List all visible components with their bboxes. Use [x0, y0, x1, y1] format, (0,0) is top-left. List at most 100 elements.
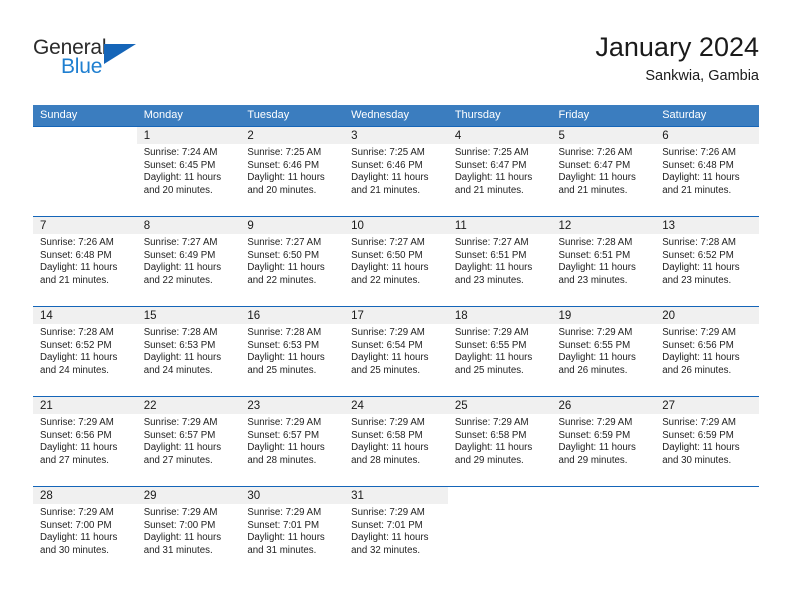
- day-sun-info: Sunrise: 7:29 AM Sunset: 6:55 PM Dayligh…: [558, 327, 636, 376]
- general-blue-logo[interactable]: General Blue: [33, 36, 233, 86]
- day-number: 2: [240, 127, 345, 144]
- day-sun-info: Sunrise: 7:27 AM Sunset: 6:51 PM Dayligh…: [454, 237, 533, 286]
- logo-text-blue: Blue: [61, 55, 103, 78]
- day-sun-info: Sunrise: 7:26 AM Sunset: 6:47 PM Dayligh…: [558, 147, 636, 196]
- weekday-header-wednesday: Wednesday: [344, 105, 448, 126]
- calendar-day-cell[interactable]: 16 Sunrise: 7:28 AM Sunset: 6:53 PM Dayli…: [240, 306, 345, 396]
- day-number: [655, 487, 759, 504]
- day-sun-info: Sunrise: 7:29 AM Sunset: 6:56 PM Dayligh…: [40, 417, 118, 466]
- day-number: 19: [551, 307, 656, 324]
- calendar-day-cell[interactable]: 11 Sunrise: 7:27 AM Sunset: 6:51 PM Dayli…: [447, 216, 552, 306]
- calendar-day-cell[interactable]: 27 Sunrise: 7:29 AM Sunset: 6:59 PM Dayli…: [655, 396, 759, 486]
- title-block: January 2024 Sankwia, Gambia: [595, 30, 759, 86]
- page-title: January 2024: [595, 32, 759, 62]
- calendar-day-cell[interactable]: 31 Sunrise: 7:29 AM Sunset: 7:01 PM Dayli…: [344, 486, 448, 576]
- calendar-day-cell[interactable]: 4 Sunrise: 7:25 AM Sunset: 6:47 PM Daylig…: [447, 126, 552, 216]
- weekday-header-row: Sunday Monday Tuesday Wednesday Thursday…: [33, 105, 759, 126]
- weekday-header-thursday: Thursday: [447, 105, 552, 126]
- day-sun-info: Sunrise: 7:24 AM Sunset: 6:45 PM Dayligh…: [143, 147, 222, 196]
- calendar-week-row: 14 Sunrise: 7:28 AM Sunset: 6:52 PM Dayli…: [33, 306, 759, 396]
- day-number: 14: [33, 307, 137, 324]
- calendar-day-cell[interactable]: [447, 486, 552, 576]
- day-sun-info: Sunrise: 7:29 AM Sunset: 6:58 PM Dayligh…: [351, 417, 429, 466]
- day-sun-info: Sunrise: 7:28 AM Sunset: 6:53 PM Dayligh…: [143, 327, 222, 376]
- day-sun-info: Sunrise: 7:28 AM Sunset: 6:52 PM Dayligh…: [662, 237, 740, 286]
- day-number: 30: [240, 487, 345, 504]
- day-number: 8: [136, 217, 241, 234]
- weekday-header-sunday: Sunday: [33, 105, 137, 126]
- day-number: 1: [136, 127, 241, 144]
- calendar-day-cell[interactable]: 13 Sunrise: 7:28 AM Sunset: 6:52 PM Dayli…: [655, 216, 759, 306]
- day-number: [552, 487, 656, 504]
- day-number: 18: [447, 307, 552, 324]
- day-sun-info: [455, 504, 545, 507]
- weekday-header-monday: Monday: [136, 105, 241, 126]
- day-number: 28: [33, 487, 137, 504]
- calendar-day-cell[interactable]: 14 Sunrise: 7:28 AM Sunset: 6:52 PM Dayli…: [33, 306, 137, 396]
- day-sun-info: Sunrise: 7:29 AM Sunset: 6:57 PM Dayligh…: [143, 417, 222, 466]
- day-sun-info: Sunrise: 7:25 AM Sunset: 6:46 PM Dayligh…: [351, 147, 429, 196]
- day-sun-info: Sunrise: 7:29 AM Sunset: 6:56 PM Dayligh…: [662, 327, 740, 376]
- calendar-day-cell[interactable]: 8 Sunrise: 7:27 AM Sunset: 6:49 PM Daylig…: [136, 216, 241, 306]
- calendar-day-cell[interactable]: 24 Sunrise: 7:29 AM Sunset: 6:58 PM Dayli…: [344, 396, 448, 486]
- day-sun-info: Sunrise: 7:27 AM Sunset: 6:50 PM Dayligh…: [247, 237, 325, 286]
- calendar-day-cell[interactable]: 25 Sunrise: 7:29 AM Sunset: 6:58 PM Dayli…: [447, 396, 552, 486]
- day-number: 10: [344, 217, 448, 234]
- calendar-page: General Blue January 2024 Sankwia, Gambi…: [0, 0, 792, 612]
- calendar-day-cell[interactable]: 21 Sunrise: 7:29 AM Sunset: 6:56 PM Dayli…: [33, 396, 137, 486]
- day-number: [448, 487, 552, 504]
- page-header: General Blue January 2024 Sankwia, Gambi…: [0, 0, 792, 104]
- calendar-day-cell[interactable]: 17 Sunrise: 7:29 AM Sunset: 6:54 PM Dayli…: [344, 306, 448, 396]
- calendar-day-cell[interactable]: 23 Sunrise: 7:29 AM Sunset: 6:57 PM Dayli…: [240, 396, 345, 486]
- calendar-day-cell[interactable]: 9 Sunrise: 7:27 AM Sunset: 6:50 PM Daylig…: [240, 216, 345, 306]
- day-number: [33, 127, 137, 144]
- day-sun-info: Sunrise: 7:28 AM Sunset: 6:53 PM Dayligh…: [247, 327, 325, 376]
- calendar-day-cell[interactable]: 7 Sunrise: 7:26 AM Sunset: 6:48 PM Daylig…: [33, 216, 137, 306]
- day-sun-info: Sunrise: 7:29 AM Sunset: 7:00 PM Dayligh…: [40, 507, 118, 556]
- weekday-header-saturday: Saturday: [655, 105, 759, 126]
- calendar-day-cell[interactable]: 6 Sunrise: 7:26 AM Sunset: 6:48 PM Daylig…: [655, 126, 759, 216]
- day-sun-info: Sunrise: 7:29 AM Sunset: 6:54 PM Dayligh…: [351, 327, 429, 376]
- day-number: 23: [240, 397, 345, 414]
- day-number: 31: [344, 487, 448, 504]
- day-number: 5: [551, 127, 656, 144]
- calendar-table: Sunday Monday Tuesday Wednesday Thursday…: [33, 105, 759, 576]
- calendar-day-cell[interactable]: 12 Sunrise: 7:28 AM Sunset: 6:51 PM Dayli…: [551, 216, 656, 306]
- day-number: 11: [447, 217, 552, 234]
- calendar-day-cell[interactable]: 29 Sunrise: 7:29 AM Sunset: 7:00 PM Dayli…: [136, 486, 241, 576]
- calendar-day-cell[interactable]: 20 Sunrise: 7:29 AM Sunset: 6:56 PM Dayli…: [655, 306, 759, 396]
- calendar-day-cell[interactable]: [551, 486, 656, 576]
- calendar-day-cell[interactable]: 18 Sunrise: 7:29 AM Sunset: 6:55 PM Dayli…: [447, 306, 552, 396]
- day-number: 3: [344, 127, 448, 144]
- calendar-day-cell[interactable]: 2 Sunrise: 7:25 AM Sunset: 6:46 PM Daylig…: [240, 126, 345, 216]
- day-sun-info: Sunrise: 7:29 AM Sunset: 6:59 PM Dayligh…: [558, 417, 636, 466]
- day-sun-info: Sunrise: 7:27 AM Sunset: 6:49 PM Dayligh…: [143, 237, 222, 286]
- weekday-header-friday: Friday: [551, 105, 656, 126]
- calendar-day-cell[interactable]: 30 Sunrise: 7:29 AM Sunset: 7:01 PM Dayli…: [240, 486, 345, 576]
- calendar-day-cell[interactable]: 19 Sunrise: 7:29 AM Sunset: 6:55 PM Dayli…: [551, 306, 656, 396]
- calendar-day-cell[interactable]: 26 Sunrise: 7:29 AM Sunset: 6:59 PM Dayli…: [551, 396, 656, 486]
- day-sun-info: Sunrise: 7:29 AM Sunset: 6:58 PM Dayligh…: [454, 417, 533, 466]
- day-sun-info: [559, 504, 649, 507]
- day-number: 29: [136, 487, 241, 504]
- calendar-day-cell[interactable]: 15 Sunrise: 7:28 AM Sunset: 6:53 PM Dayli…: [136, 306, 241, 396]
- calendar-day-cell[interactable]: [655, 486, 759, 576]
- day-sun-info: Sunrise: 7:29 AM Sunset: 6:59 PM Dayligh…: [662, 417, 740, 466]
- calendar-week-row: 7 Sunrise: 7:26 AM Sunset: 6:48 PM Daylig…: [33, 216, 759, 306]
- calendar-day-cell[interactable]: 28 Sunrise: 7:29 AM Sunset: 7:00 PM Dayli…: [33, 486, 137, 576]
- day-number: 4: [447, 127, 552, 144]
- calendar-day-cell[interactable]: 22 Sunrise: 7:29 AM Sunset: 6:57 PM Dayli…: [136, 396, 241, 486]
- day-sun-info: Sunrise: 7:29 AM Sunset: 6:55 PM Dayligh…: [454, 327, 533, 376]
- calendar-day-cell[interactable]: 1 Sunrise: 7:24 AM Sunset: 6:45 PM Daylig…: [136, 126, 241, 216]
- calendar-week-row: 21 Sunrise: 7:29 AM Sunset: 6:56 PM Dayli…: [33, 396, 759, 486]
- day-sun-info: Sunrise: 7:29 AM Sunset: 6:57 PM Dayligh…: [247, 417, 325, 466]
- calendar-day-cell[interactable]: 10 Sunrise: 7:27 AM Sunset: 6:50 PM Dayli…: [344, 216, 448, 306]
- day-sun-info: Sunrise: 7:29 AM Sunset: 7:01 PM Dayligh…: [247, 507, 325, 556]
- calendar-day-cell[interactable]: [33, 126, 137, 216]
- day-sun-info: Sunrise: 7:28 AM Sunset: 6:52 PM Dayligh…: [40, 327, 118, 376]
- day-number: 16: [240, 307, 345, 324]
- calendar-day-cell[interactable]: 3 Sunrise: 7:25 AM Sunset: 6:46 PM Daylig…: [344, 126, 448, 216]
- day-number: 12: [551, 217, 656, 234]
- calendar-day-cell[interactable]: 5 Sunrise: 7:26 AM Sunset: 6:47 PM Daylig…: [551, 126, 656, 216]
- day-number: 24: [344, 397, 448, 414]
